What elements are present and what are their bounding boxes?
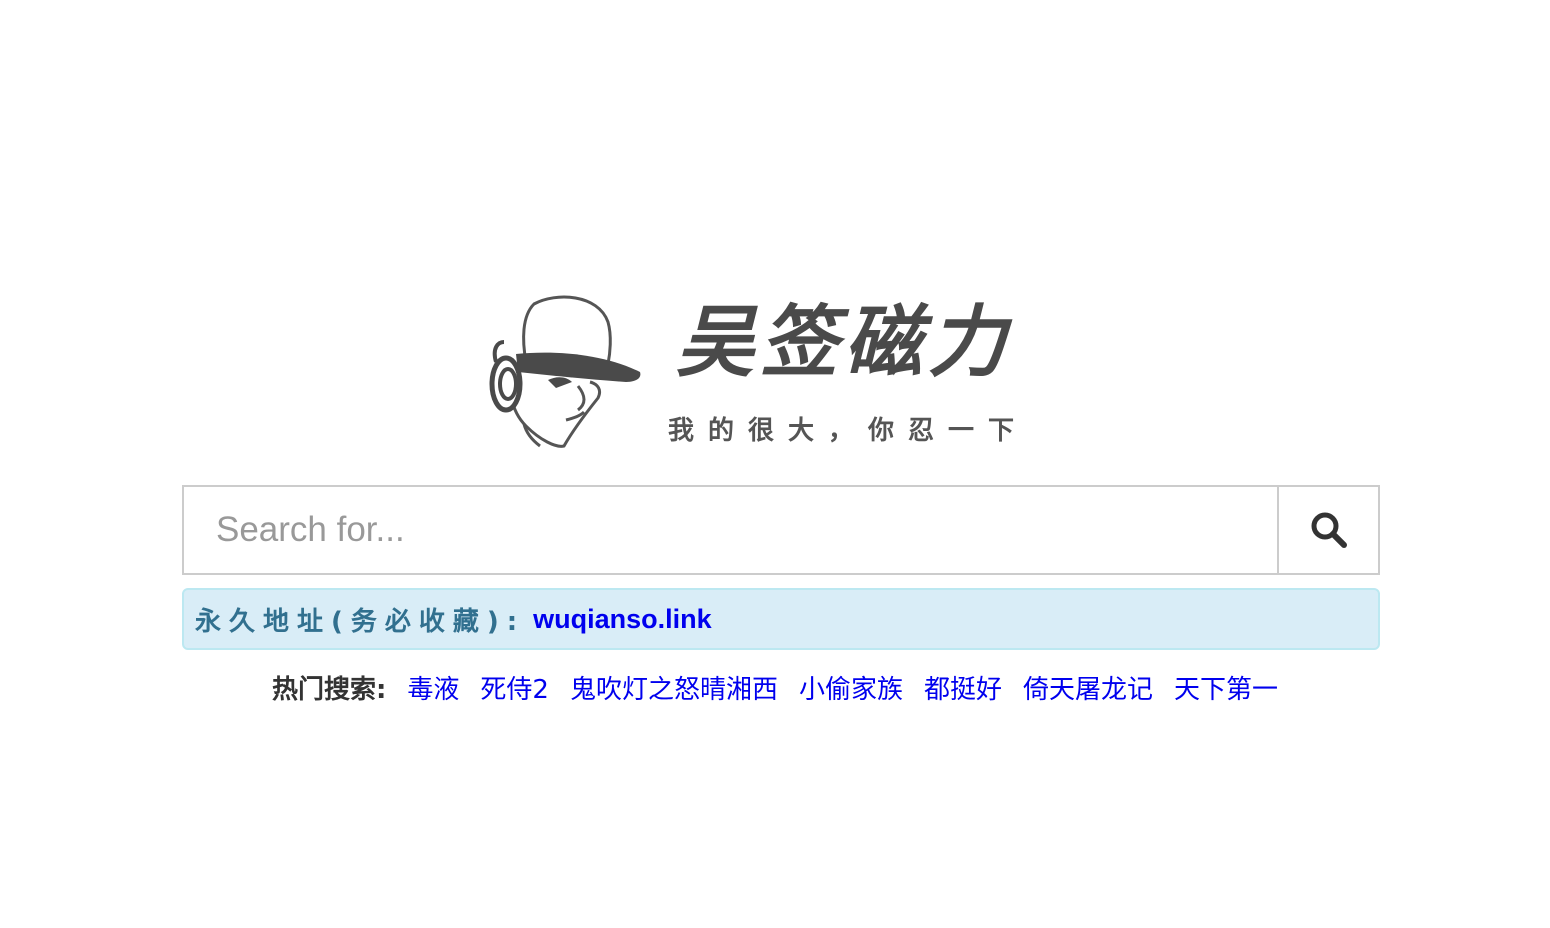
search-button[interactable] (1277, 487, 1378, 573)
permanent-address-link[interactable]: wuqianso.link (533, 604, 712, 635)
hot-search-link[interactable]: 倚天屠龙记 (1023, 669, 1153, 706)
search-bar (182, 485, 1380, 575)
hot-searches: 热门搜索: 毒液 死侍2 鬼吹灯之怒晴湘西 小偷家族 都挺好 倚天屠龙记 天下第… (0, 662, 1550, 712)
search-icon (1311, 512, 1347, 548)
alert-label: 永久地址(务必收藏): (195, 606, 526, 637)
mascot-with-cap-icon (489, 295, 641, 448)
hot-searches-label: 热门搜索: (271, 674, 387, 705)
hot-search-link[interactable]: 都挺好 (924, 669, 1002, 706)
search-input[interactable] (184, 487, 1277, 573)
logo-slogan: 我的很大，你忍一下 (668, 416, 1029, 446)
logo-title: 吴签磁力 (676, 297, 1013, 388)
hot-search-link[interactable]: 毒液 (407, 669, 459, 706)
hot-search-link[interactable]: 天下第一 (1174, 669, 1278, 706)
hot-search-link[interactable]: 小偷家族 (799, 669, 903, 706)
hot-search-link[interactable]: 鬼吹灯之怒晴湘西 (570, 669, 778, 706)
site-logo[interactable]: 吴签磁力 我的很大，你忍一下 (486, 292, 1066, 457)
page: 吴签磁力 我的很大，你忍一下 永久地址(务必收藏): wuqianso.link… (0, 0, 1550, 928)
hot-search-link[interactable]: 死侍2 (480, 669, 549, 706)
permanent-address-alert: 永久地址(务必收藏): wuqianso.link (182, 588, 1380, 650)
